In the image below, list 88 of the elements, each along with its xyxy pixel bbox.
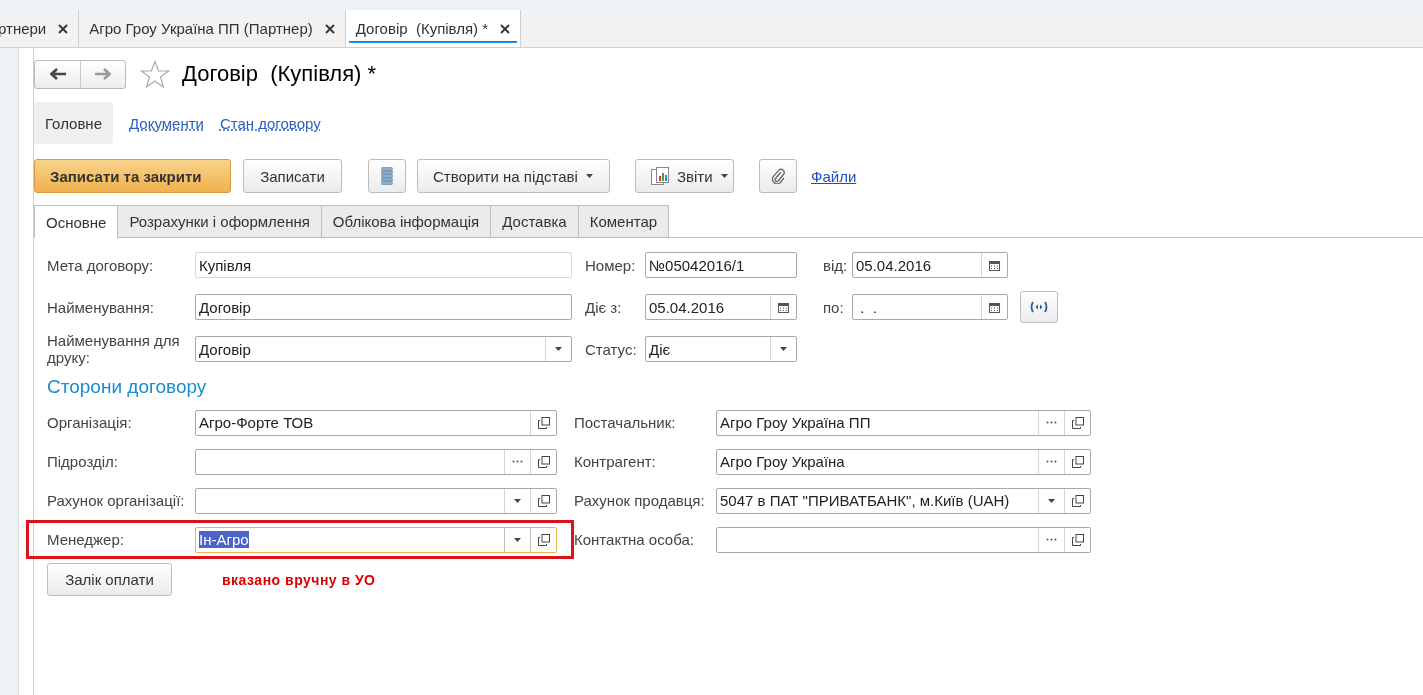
field-label: Найменування для друку:: [47, 332, 181, 366]
open-icon: [1071, 494, 1084, 507]
document-tab[interactable]: Договір (Купівля) *: [345, 10, 522, 47]
dropdown-field[interactable]: Ін-Агро: [195, 526, 557, 553]
field-label: Організація:: [47, 414, 133, 431]
field-label: Контрагент:: [574, 453, 657, 470]
caret-icon: [1048, 498, 1055, 503]
caret-icon: [514, 537, 521, 542]
save-button[interactable]: Записати: [243, 159, 342, 193]
open-icon: [1071, 416, 1084, 429]
back-arrow-icon: [49, 68, 66, 80]
ellipsis-icon: [512, 460, 523, 463]
input-field[interactable]: №05042016/1: [645, 252, 797, 278]
reports-button[interactable]: Звіти: [635, 159, 734, 193]
open-icon: [1071, 533, 1084, 546]
close-icon: [324, 23, 335, 34]
calendar-icon: [989, 259, 1000, 271]
close-icon: [500, 23, 511, 34]
favorite-star-icon[interactable]: [140, 59, 170, 89]
form-tab[interactable]: Розрахунки і оформлення: [117, 205, 322, 237]
caret-icon: [514, 498, 521, 503]
field-label: Рахунок продавця:: [574, 492, 706, 509]
attach-button[interactable]: [759, 159, 797, 193]
open-icon: [537, 416, 550, 429]
period-button[interactable]: [1020, 291, 1058, 323]
field-label: Рахунок організації:: [47, 492, 186, 509]
field-label: Статус:: [585, 340, 638, 358]
ellipsis-icon: [1046, 460, 1057, 463]
period-icon: [1030, 301, 1048, 313]
close-icon: [58, 23, 69, 34]
input-field[interactable]: Договір: [195, 294, 572, 320]
paperclip-icon: [771, 168, 785, 184]
annotation-text: вказано вручну в УО: [222, 571, 376, 588]
offset-payment-button[interactable]: Залік оплати: [47, 563, 172, 596]
input-field[interactable]: [716, 526, 1091, 553]
calendar-icon: [778, 301, 789, 313]
ellipsis-icon: [1046, 538, 1057, 541]
dropdown-field[interactable]: Договір: [195, 336, 572, 362]
field-label: Менеджер:: [47, 531, 125, 548]
ellipsis-icon: [1046, 421, 1057, 424]
section-heading: Сторони договору: [47, 376, 208, 398]
form-tab[interactable]: Коментар: [577, 205, 670, 237]
input-field[interactable]: [195, 448, 557, 475]
field-label: Діє з:: [585, 298, 623, 316]
input-field[interactable]: Агро-Форте ТОВ: [195, 409, 557, 436]
field-label: Номер:: [585, 256, 637, 274]
field-label: від:: [823, 256, 849, 274]
field-label: Підрозділ:: [47, 453, 119, 470]
open-icon: [1071, 455, 1084, 468]
section-link[interactable]: Документи: [129, 114, 204, 132]
open-icon: [537, 533, 550, 546]
document-tab[interactable]: Агро Гроу Україна ПП (Партнер): [79, 10, 346, 47]
date-field[interactable]: 05.04.2016: [645, 294, 797, 320]
caret-icon: [585, 174, 593, 178]
field-label: Постачальник:: [574, 414, 677, 431]
caret-icon: [555, 347, 562, 351]
section-link[interactable]: Головне: [34, 102, 113, 144]
list-icon: [381, 167, 393, 185]
dropdown-field[interactable]: 5047 в ПАТ "ПРИВАТБАНК", м.Київ (UAH): [716, 487, 1091, 514]
date-field[interactable]: . .: [852, 294, 1008, 320]
files-link[interactable]: Файли: [811, 167, 857, 185]
report-icon: [651, 167, 669, 185]
field-label: Контактна особа:: [574, 531, 695, 548]
save-and-close-button[interactable]: Записати та закрити: [34, 159, 231, 193]
list-button[interactable]: [368, 159, 406, 193]
form-title: Договір (Купівля) *: [182, 61, 377, 87]
caret-icon: [720, 174, 728, 178]
create-based-on-button[interactable]: Створити на підставі: [417, 159, 610, 193]
form-tab[interactable]: Доставка: [490, 205, 579, 237]
tab-label: Агро Гроу Україна ПП (Партнер): [89, 20, 313, 37]
form-tab[interactable]: Облікова інформація: [320, 205, 492, 237]
calendar-icon: [989, 301, 1000, 313]
field-label: по:: [823, 298, 845, 316]
field-label: Мета договору:: [47, 256, 155, 274]
open-icon: [537, 494, 550, 507]
section-link[interactable]: Стан договору: [219, 114, 321, 132]
caret-icon: [780, 347, 787, 351]
form-tab[interactable]: Основне: [34, 205, 119, 238]
date-field[interactable]: 05.04.2016: [852, 252, 1008, 278]
input-field[interactable]: Агро Гроу Україна: [716, 448, 1091, 475]
dropdown-field[interactable]: Діє: [645, 336, 797, 362]
field-label: Найменування:: [47, 298, 155, 316]
forward-arrow-icon: [95, 68, 111, 80]
open-icon: [537, 455, 550, 468]
dropdown-field[interactable]: [195, 487, 557, 514]
input-field[interactable]: Купівля: [195, 252, 572, 278]
input-field[interactable]: Агро Гроу Україна ПП: [716, 409, 1091, 436]
tab-label: Договір (Купівля) *: [355, 20, 489, 37]
